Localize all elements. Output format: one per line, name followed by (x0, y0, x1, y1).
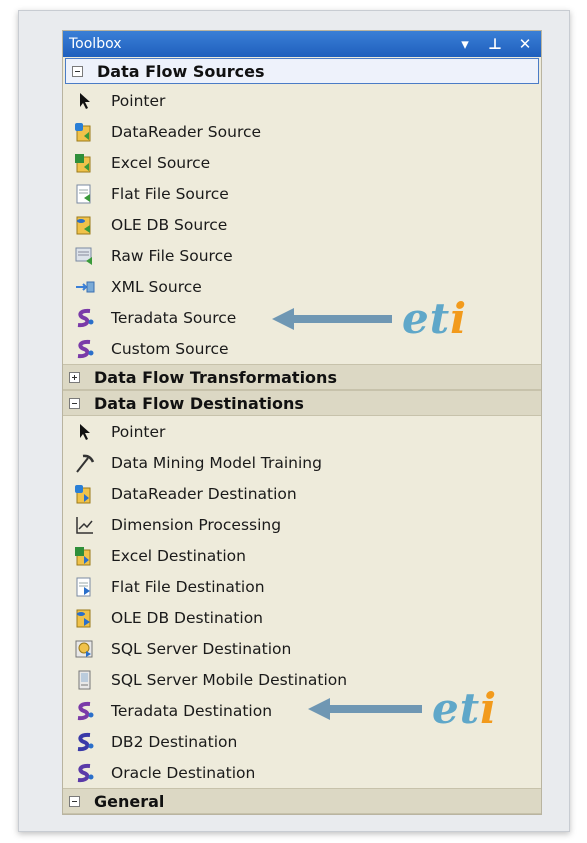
toolbox-item[interactable]: Pointer (63, 85, 541, 116)
toolbox-item[interactable]: SQL Server Destination (63, 633, 541, 664)
toolbox-item-label: Raw File Source (111, 246, 233, 265)
collapse-icon[interactable] (72, 65, 83, 77)
toolbox-item[interactable]: Raw File Source (63, 240, 541, 271)
toolbox-item-label: Custom Source (111, 339, 229, 358)
toolbox-item[interactable]: DataReader Destination (63, 478, 541, 509)
toolbox-item[interactable]: Pointer (63, 416, 541, 447)
eti-logo-sources: eti (402, 294, 468, 343)
db2-icon (73, 730, 97, 754)
custom-source-icon (73, 337, 97, 361)
toolbox-item[interactable]: Excel Destination (63, 540, 541, 571)
toolbox-item-label: Excel Destination (111, 546, 246, 565)
toolbox-item-label: Pointer (111, 422, 166, 441)
pointer-icon (73, 420, 97, 444)
eti-annotation-destinations: eti (308, 684, 497, 733)
oracle-icon (73, 761, 97, 785)
toolbox-item[interactable]: DataReader Source (63, 116, 541, 147)
section-label: Data Flow Sources (97, 61, 265, 81)
close-icon[interactable]: ✕ (515, 34, 535, 54)
collapse-icon[interactable] (69, 397, 80, 409)
expand-icon[interactable] (69, 371, 80, 383)
toolbox-item-label: XML Source (111, 277, 202, 296)
arrow-icon (308, 697, 422, 720)
toolbox-item-label: Teradata Destination (111, 701, 273, 720)
sql-server-destination-icon (73, 637, 97, 661)
datareader-destination-icon (73, 482, 97, 506)
section-header-general[interactable]: General (63, 788, 541, 814)
flat-file-source-icon (73, 182, 97, 206)
dimension-processing-icon (73, 513, 97, 537)
toolbox-item-label: Pointer (111, 91, 166, 110)
toolbox-item[interactable]: Excel Source (63, 147, 541, 178)
pointer-icon (73, 89, 97, 113)
toolbox-item[interactable]: Dimension Processing (63, 509, 541, 540)
toolbox-item[interactable]: OLE DB Source (63, 209, 541, 240)
section-header-data-flow-destinations[interactable]: Data Flow Destinations (63, 390, 541, 416)
toolbox-title: Toolbox (69, 36, 122, 52)
pin-icon[interactable]: ⊥ (485, 34, 505, 54)
section-label: Data Flow Transformations (94, 367, 337, 387)
toolbox-titlebar[interactable]: Toolbox ▾ ⊥ ✕ (63, 31, 541, 57)
toolbox-item-label: OLE DB Destination (111, 608, 263, 627)
flat-file-destination-icon (73, 575, 97, 599)
excel-source-icon (73, 151, 97, 175)
toolbox-item-label: Excel Source (111, 153, 211, 172)
toolbox-item-label: Flat File Destination (111, 577, 265, 596)
data-mining-icon (73, 451, 97, 475)
section-header-data-flow-transformations[interactable]: Data Flow Transformations (63, 364, 541, 390)
ole-db-destination-icon (73, 606, 97, 630)
toolbox-item-label: Oracle Destination (111, 763, 256, 782)
section-label: General (94, 791, 165, 811)
teradata-icon (73, 699, 97, 723)
toolbox-item-label: Dimension Processing (111, 515, 282, 534)
ole-db-source-icon (73, 213, 97, 237)
teradata-icon (73, 306, 97, 330)
excel-destination-icon (73, 544, 97, 568)
toolbox-item-label: Flat File Source (111, 184, 229, 203)
toolbox-item-label: DataReader Destination (111, 484, 297, 503)
toolbox-item[interactable]: OLE DB Destination (63, 602, 541, 633)
collapse-icon[interactable] (69, 795, 80, 807)
eti-annotation-sources: eti (272, 294, 467, 343)
toolbox-item[interactable]: Data Mining Model Training (63, 447, 541, 478)
sql-server-mobile-destination-icon (73, 668, 97, 692)
titlebar-buttons: ▾ ⊥ ✕ (455, 34, 535, 54)
toolbox-item[interactable]: Flat File Source (63, 178, 541, 209)
toolbox-item-label: Teradata Source (111, 308, 237, 327)
section-header-data-flow-sources[interactable]: Data Flow Sources (65, 58, 539, 84)
dropdown-icon[interactable]: ▾ (455, 34, 475, 54)
toolbox-item-label: SQL Server Destination (111, 639, 292, 658)
toolbox-item-label: DataReader Source (111, 122, 262, 141)
xml-source-icon (73, 275, 97, 299)
raw-file-source-icon (73, 244, 97, 268)
toolbox-item-label: Data Mining Model Training (111, 453, 322, 472)
toolbox-item-label: DB2 Destination (111, 732, 238, 751)
datareader-source-icon (73, 120, 97, 144)
toolbox-item[interactable]: Flat File Destination (63, 571, 541, 602)
toolbox-item[interactable]: Oracle Destination (63, 757, 541, 788)
arrow-icon (272, 307, 392, 330)
toolbox-item-label: OLE DB Source (111, 215, 228, 234)
eti-logo-destinations: eti (432, 684, 498, 733)
section-label: Data Flow Destinations (94, 393, 304, 413)
